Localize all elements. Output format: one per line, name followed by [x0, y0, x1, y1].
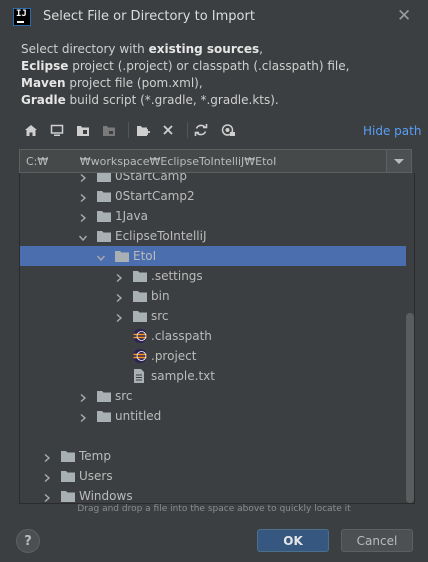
tree-row[interactable]: Temp	[20, 446, 406, 466]
toolbar-separator	[128, 122, 129, 138]
tree-row[interactable]: 1Java	[20, 206, 406, 226]
chevron-down-icon[interactable]	[386, 150, 411, 172]
chevron-right-icon[interactable]	[79, 211, 87, 223]
cancel-button[interactable]: Cancel	[341, 529, 413, 552]
title-bar: IJ Select File or Directory to Import ✕	[0, 0, 428, 34]
folder-icon	[114, 249, 130, 263]
intellij-app-icon: IJ	[13, 8, 31, 26]
tree-item-label: 1Java	[115, 209, 148, 223]
tree-item-label: .classpath	[151, 329, 212, 343]
toolbar-separator	[187, 122, 188, 138]
chevron-down-icon[interactable]	[96, 251, 106, 262]
close-icon[interactable]: ✕	[397, 7, 411, 25]
folder-icon	[132, 269, 148, 283]
tree-row[interactable]: Users	[20, 466, 406, 486]
show-hidden-icon[interactable]	[218, 120, 238, 140]
path-input[interactable]	[20, 150, 392, 172]
folder-icon	[96, 229, 112, 243]
tree-row[interactable]: 0StartCamp2	[20, 186, 406, 206]
tree-item-label: sample.txt	[151, 369, 215, 383]
tree-item-label: Users	[79, 469, 113, 483]
tree-item-label: bin	[151, 289, 170, 303]
tree-item-label: EclipseToIntelliJ	[115, 229, 207, 243]
path-combobox[interactable]	[19, 149, 412, 173]
chevron-right-icon[interactable]	[43, 471, 51, 483]
ok-button[interactable]: OK	[257, 529, 329, 552]
chevron-right-icon[interactable]	[79, 173, 87, 183]
folder-icon	[96, 189, 112, 203]
tree-row[interactable]: 0StartCamp	[20, 173, 406, 186]
chevron-right-icon[interactable]	[43, 451, 51, 463]
chevron-down-icon[interactable]	[78, 231, 88, 242]
folder-icon	[60, 449, 76, 463]
eclipse-icon	[132, 348, 148, 363]
chevron-right-icon[interactable]	[79, 191, 87, 203]
file-tree[interactable]: Windows Users Temp untitled src sample.txt .pr…	[19, 173, 415, 504]
new-folder-icon[interactable]	[133, 120, 153, 140]
desktop-icon[interactable]	[47, 120, 67, 140]
folder-icon	[96, 409, 112, 423]
chevron-right-icon[interactable]	[115, 271, 123, 283]
tree-item-label: Windows	[79, 489, 133, 503]
folder-icon	[132, 309, 148, 323]
tree-row[interactable]: .classpath	[20, 326, 406, 346]
tree-item-label: src	[151, 309, 169, 323]
tree-item-label: .settings	[151, 269, 203, 283]
module-folder-icon[interactable]	[99, 120, 119, 140]
tree-row[interactable]: untitled	[20, 406, 406, 426]
folder-icon	[60, 489, 76, 503]
home-icon[interactable]	[21, 120, 41, 140]
tree-row[interactable]: EtoI	[20, 246, 406, 266]
chevron-right-icon[interactable]	[79, 391, 87, 403]
project-folder-icon[interactable]	[73, 120, 93, 140]
tree-row[interactable]: .settings	[20, 266, 406, 286]
eclipse-icon	[132, 328, 148, 343]
chevron-right-icon[interactable]	[79, 411, 87, 423]
tree-item-label: Temp	[79, 449, 111, 463]
delete-icon[interactable]	[158, 120, 178, 140]
tree-row[interactable]: src	[20, 306, 406, 326]
drag-drop-hint: Drag and drop a file into the space abov…	[77, 504, 351, 514]
folder-icon	[96, 209, 112, 223]
tree-item-label: EtoI	[133, 249, 157, 263]
chevron-right-icon[interactable]	[115, 311, 123, 323]
tree-scrollbar[interactable]	[406, 313, 414, 503]
folder-icon	[60, 469, 76, 483]
tree-item-label: src	[115, 389, 133, 403]
dialog-description: Select directory with existing sources, …	[21, 42, 350, 107]
tree-row[interactable]: src	[20, 386, 406, 406]
chevron-right-icon[interactable]	[43, 491, 51, 503]
tree-row[interactable]: EclipseToIntelliJ	[20, 226, 406, 246]
tree-item-label: 0StartCamp	[115, 173, 187, 183]
tree-item-label: untitled	[115, 409, 162, 423]
tree-row[interactable]: .project	[20, 346, 406, 366]
tree-row[interactable]: sample.txt	[20, 366, 406, 386]
dialog-title: Select File or Directory to Import	[43, 9, 255, 24]
text-file-icon	[132, 368, 148, 383]
tree-item-label: 0StartCamp2	[115, 189, 195, 203]
tree-row[interactable]: bin	[20, 286, 406, 306]
hide-path-link[interactable]: Hide path	[363, 124, 421, 138]
tree-row[interactable]: Windows	[20, 486, 406, 503]
folder-icon	[96, 173, 112, 183]
refresh-icon[interactable]	[191, 120, 211, 140]
help-button[interactable]: ?	[16, 529, 40, 553]
folder-icon	[96, 389, 112, 403]
folder-icon	[132, 289, 148, 303]
tree-item-label: .project	[151, 349, 197, 363]
chevron-right-icon[interactable]	[115, 291, 123, 303]
